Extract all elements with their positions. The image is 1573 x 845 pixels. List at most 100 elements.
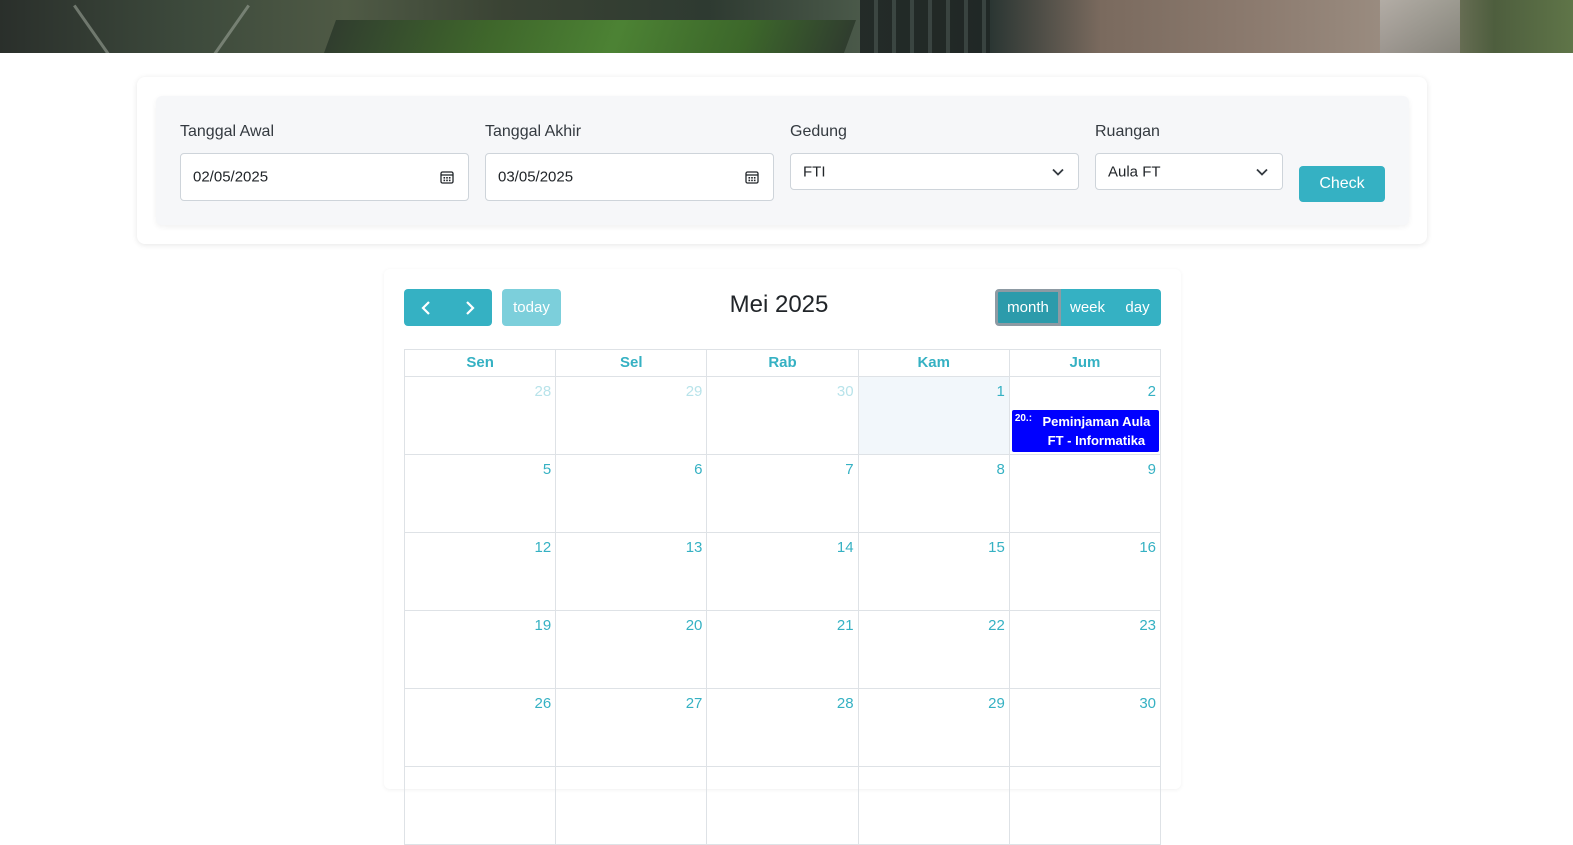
- day-cell[interactable]: [405, 767, 557, 844]
- day-cell[interactable]: 8: [859, 455, 1010, 532]
- day-number: 22: [988, 617, 1005, 634]
- day-number: 19: [534, 617, 552, 634]
- day-header-thu: Kam: [859, 350, 1010, 376]
- building-select[interactable]: FTI: [790, 153, 1079, 190]
- header-banner-image: [0, 0, 1573, 53]
- day-cell[interactable]: 5: [405, 455, 557, 532]
- week-row: 26 27 28 29 30: [404, 689, 1161, 767]
- day-number: 14: [836, 539, 854, 556]
- day-number: 2: [1147, 383, 1157, 400]
- day-header-wed: Rab: [707, 350, 859, 376]
- next-month-button[interactable]: [448, 289, 492, 326]
- day-number: 29: [988, 695, 1005, 712]
- day-number: 1: [996, 383, 1005, 400]
- week-row: 28 29 30 1 2 20.: Peminjaman Aula FT - I…: [404, 377, 1161, 455]
- day-number: 30: [1139, 695, 1157, 712]
- day-number: 29: [685, 383, 703, 400]
- filter-card: Tanggal Awal 02/05/2025 Tanggal Akhir 03…: [137, 77, 1427, 244]
- event-title: Peminjaman Aula FT - Informatika: [1042, 414, 1151, 448]
- day-cell[interactable]: 7: [707, 455, 859, 532]
- check-button[interactable]: Check: [1299, 166, 1385, 202]
- month-grid: Sen Sel Rab Kam Jum 28 29 30 1 2 20.: Pe…: [404, 349, 1161, 845]
- day-cell[interactable]: 28: [707, 689, 859, 766]
- day-cell[interactable]: 23: [1010, 611, 1160, 688]
- day-cell[interactable]: 21: [707, 611, 859, 688]
- chevron-right-icon: [466, 301, 475, 315]
- end-date-input[interactable]: 03/05/2025: [485, 153, 774, 201]
- day-number: 16: [1139, 539, 1157, 556]
- day-cell[interactable]: 30: [1010, 689, 1160, 766]
- filter-form: Tanggal Awal 02/05/2025 Tanggal Akhir 03…: [156, 96, 1409, 225]
- day-number: 27: [685, 695, 703, 712]
- day-number: 30: [836, 383, 854, 400]
- day-cell[interactable]: 12: [405, 533, 557, 610]
- day-number: 26: [534, 695, 552, 712]
- day-cell[interactable]: 16: [1010, 533, 1160, 610]
- end-date-value: 03/05/2025: [498, 168, 574, 186]
- day-header-fri: Jum: [1069, 354, 1101, 371]
- day-cell[interactable]: [859, 767, 1010, 844]
- start-date-label: Tanggal Awal: [180, 123, 274, 140]
- day-number: 6: [694, 461, 703, 478]
- day-cell[interactable]: 22: [859, 611, 1010, 688]
- building-value: FTI: [803, 163, 826, 180]
- day-cell[interactable]: 29: [859, 689, 1010, 766]
- day-cell[interactable]: [707, 767, 859, 844]
- day-cell[interactable]: 20: [556, 611, 708, 688]
- start-date-input[interactable]: 02/05/2025: [180, 153, 469, 201]
- day-cell[interactable]: 19: [405, 611, 557, 688]
- week-row: [404, 767, 1161, 845]
- day-number: 23: [1139, 617, 1157, 634]
- calendar-icon[interactable]: [745, 170, 759, 184]
- day-cell[interactable]: 6: [556, 455, 708, 532]
- event-time: 20.:: [1014, 413, 1033, 424]
- day-cell[interactable]: 30: [707, 377, 859, 454]
- day-number: 28: [534, 383, 552, 400]
- calendar: today Mei 2025 month week day Sen Sel Ra…: [384, 269, 1181, 845]
- view-month-button[interactable]: month: [995, 289, 1061, 326]
- day-cell[interactable]: 15: [859, 533, 1010, 610]
- chevron-left-icon: [421, 301, 430, 315]
- day-cell[interactable]: 14: [707, 533, 859, 610]
- day-number: 15: [988, 539, 1005, 556]
- day-cell[interactable]: 13: [556, 533, 708, 610]
- day-cell[interactable]: 28: [405, 377, 557, 454]
- week-row: 12 13 14 15 16: [404, 533, 1161, 611]
- week-row: 5 6 7 8 9: [404, 455, 1161, 533]
- room-select[interactable]: Aula FT: [1095, 153, 1283, 190]
- day-cell[interactable]: 26: [405, 689, 557, 766]
- day-cell[interactable]: 9: [1010, 455, 1160, 532]
- start-date-value: 02/05/2025: [193, 168, 269, 186]
- end-date-label: Tanggal Akhir: [485, 123, 582, 140]
- day-header-mon: Sen: [405, 350, 557, 376]
- chevron-down-icon: [1256, 168, 1268, 176]
- day-cell[interactable]: 29: [556, 377, 708, 454]
- day-number: 8: [996, 461, 1005, 478]
- day-number: 5: [542, 461, 552, 478]
- day-cell-today[interactable]: 1: [858, 377, 1010, 454]
- view-day-button[interactable]: day: [1114, 289, 1161, 326]
- day-number: 13: [685, 539, 703, 556]
- day-cell[interactable]: [556, 767, 708, 844]
- day-number: 20: [685, 617, 703, 634]
- week-row: 19 20 21 22 23: [404, 611, 1161, 689]
- today-button[interactable]: today: [502, 289, 561, 326]
- day-cell[interactable]: [1010, 767, 1160, 844]
- view-week-button[interactable]: week: [1061, 289, 1114, 326]
- calendar-event[interactable]: 20.: Peminjaman Aula FT - Informatika: [1011, 410, 1160, 452]
- room-label: Ruangan: [1095, 123, 1160, 140]
- day-number: 9: [1147, 461, 1157, 478]
- day-number: 12: [534, 539, 552, 556]
- calendar-icon[interactable]: [440, 170, 454, 184]
- day-cell[interactable]: 27: [556, 689, 708, 766]
- day-number: 28: [836, 695, 854, 712]
- prev-month-button[interactable]: [404, 289, 448, 326]
- chevron-down-icon: [1052, 168, 1064, 176]
- day-number: 7: [845, 461, 854, 478]
- day-header-tue: Sel: [556, 350, 708, 376]
- building-label: Gedung: [790, 123, 847, 140]
- room-value: Aula FT: [1108, 163, 1161, 180]
- day-cell[interactable]: 2 20.: Peminjaman Aula FT - Informatika: [1010, 377, 1160, 454]
- calendar-title: Mei 2025: [729, 291, 829, 318]
- day-header-row: Sen Sel Rab Kam Jum: [404, 349, 1161, 377]
